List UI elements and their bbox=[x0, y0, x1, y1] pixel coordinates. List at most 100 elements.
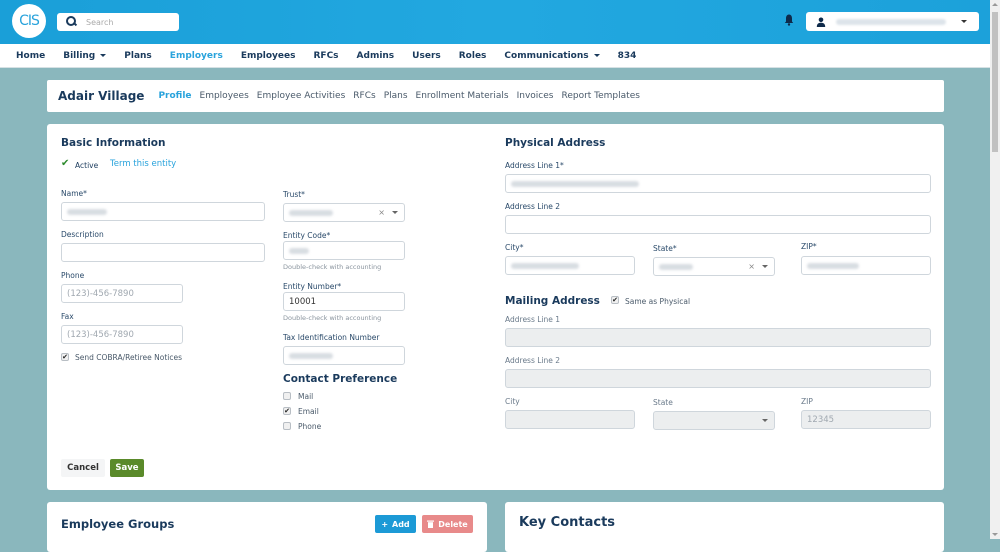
entity-number-help: Double-check with accounting bbox=[283, 314, 382, 322]
entity-title: Adair Village bbox=[58, 89, 145, 103]
add-group-button[interactable]: + Add bbox=[375, 515, 416, 533]
phone-input[interactable]: (123)-456-7890 bbox=[61, 284, 183, 303]
phys-line2-input[interactable] bbox=[505, 215, 931, 234]
phys-zip-input[interactable] bbox=[801, 256, 931, 275]
phys-line1-input[interactable] bbox=[505, 174, 931, 193]
employee-groups-title: Employee Groups bbox=[61, 517, 175, 531]
basic-info-title: Basic Information bbox=[61, 137, 166, 149]
nav-communications[interactable]: Communications bbox=[504, 50, 600, 61]
tab-profile[interactable]: Profile bbox=[158, 91, 191, 101]
phys-line1-label: Address Line 1* bbox=[505, 161, 564, 170]
description-input[interactable] bbox=[61, 243, 265, 262]
term-entity-link[interactable]: Term this entity bbox=[110, 159, 176, 169]
nav-home[interactable]: Home bbox=[16, 51, 45, 61]
tab-enrollment-materials[interactable]: Enrollment Materials bbox=[416, 91, 509, 101]
nav-billing[interactable]: Billing bbox=[63, 50, 107, 61]
fax-label: Fax bbox=[61, 312, 74, 321]
nav-rfcs[interactable]: RFCs bbox=[313, 51, 338, 61]
tab-rfcs[interactable]: RFCs bbox=[353, 91, 375, 101]
mail-zip-input[interactable]: 12345 bbox=[801, 410, 931, 429]
name-input[interactable] bbox=[61, 202, 265, 221]
scroll-thumb[interactable] bbox=[992, 12, 998, 152]
redacted-value bbox=[511, 180, 639, 187]
tax-id-label: Tax Identification Number bbox=[283, 333, 380, 342]
mail-state-select[interactable] bbox=[653, 411, 775, 430]
mail-city-label: City bbox=[505, 397, 520, 406]
phys-city-input[interactable] bbox=[505, 256, 635, 275]
mailing-address-title: Mailing Address bbox=[505, 295, 600, 307]
nav-label: Billing bbox=[63, 50, 96, 61]
employee-groups-card: Employee Groups + Add Delete bbox=[47, 502, 487, 552]
scroll-down-arrow-icon[interactable] bbox=[992, 533, 998, 536]
same-as-physical-label: Same as Physical bbox=[625, 297, 691, 306]
caret-down-icon bbox=[593, 54, 600, 57]
entity-code-input[interactable] bbox=[283, 241, 405, 260]
search-input[interactable] bbox=[84, 16, 174, 28]
tab-employees[interactable]: Employees bbox=[200, 91, 249, 101]
profile-card: Basic Information ✔ Active Term this ent… bbox=[47, 124, 944, 490]
entity-number-value: 10001 bbox=[289, 296, 317, 307]
phone-label: Phone bbox=[61, 271, 85, 280]
redacted-value bbox=[659, 263, 693, 270]
same-as-physical-checkbox[interactable]: ✔ bbox=[611, 296, 619, 304]
nav-label: Communications bbox=[504, 50, 589, 61]
search-icon bbox=[66, 16, 78, 28]
clear-icon[interactable]: × bbox=[748, 262, 755, 271]
mail-line2-input[interactable] bbox=[505, 369, 931, 388]
mail-label: Mail bbox=[298, 392, 314, 401]
tab-invoices[interactable]: Invoices bbox=[517, 91, 554, 101]
nav-admins[interactable]: Admins bbox=[357, 51, 395, 61]
bell-icon[interactable] bbox=[784, 14, 794, 26]
trust-select[interactable]: × bbox=[283, 203, 405, 222]
caret-down-icon bbox=[100, 54, 107, 57]
save-button[interactable]: Save bbox=[110, 459, 144, 477]
fax-input[interactable]: (123)-456-7890 bbox=[61, 325, 183, 344]
nav-users[interactable]: Users bbox=[412, 51, 441, 61]
email-label: Email bbox=[298, 407, 319, 416]
tax-id-input[interactable] bbox=[283, 346, 405, 365]
phys-state-select[interactable]: × bbox=[653, 257, 775, 276]
phys-zip-label: ZIP* bbox=[801, 242, 817, 251]
cobra-checkbox[interactable]: ✔ bbox=[61, 353, 69, 361]
nav-employees[interactable]: Employees bbox=[241, 51, 296, 61]
mail-line1-input[interactable] bbox=[505, 328, 931, 347]
tab-plans[interactable]: Plans bbox=[384, 91, 408, 101]
nav-employers[interactable]: Employers bbox=[170, 51, 223, 61]
add-label: Add bbox=[392, 519, 410, 529]
clear-icon[interactable]: × bbox=[378, 208, 385, 217]
user-menu[interactable] bbox=[806, 12, 979, 31]
search-box[interactable] bbox=[57, 13, 179, 31]
name-label: Name* bbox=[61, 189, 87, 198]
chevron-down-icon bbox=[762, 265, 768, 268]
mail-state-label: State bbox=[653, 398, 673, 407]
delete-group-button[interactable]: Delete bbox=[422, 515, 473, 533]
contact-preference-title: Contact Preference bbox=[283, 373, 398, 385]
nav-roles[interactable]: Roles bbox=[459, 51, 487, 61]
main-nav: Home Billing Plans Employers Employees R… bbox=[0, 44, 990, 68]
nav-834[interactable]: 834 bbox=[618, 51, 637, 61]
trash-icon bbox=[427, 520, 435, 528]
mail-line2-label: Address Line 2 bbox=[505, 356, 561, 365]
page-scrollbar[interactable] bbox=[990, 0, 1000, 539]
nav-label: Employees bbox=[240, 50, 296, 61]
entity-subnav: Adair Village Profile Employees Employee… bbox=[47, 80, 944, 112]
nav-plans[interactable]: Plans bbox=[124, 51, 152, 61]
entity-number-input[interactable]: 10001 bbox=[283, 292, 405, 311]
check-icon: ✔ bbox=[61, 158, 70, 169]
redacted-value bbox=[67, 208, 107, 215]
mail-city-input[interactable] bbox=[505, 410, 635, 429]
scroll-up-arrow-icon[interactable] bbox=[992, 3, 998, 6]
nav-label: RFCs bbox=[313, 50, 339, 61]
nav-label: 834 bbox=[617, 50, 637, 61]
cancel-button[interactable]: Cancel bbox=[61, 459, 105, 477]
tab-employee-activities[interactable]: Employee Activities bbox=[257, 91, 346, 101]
cis-logo[interactable]: CIS bbox=[12, 4, 46, 38]
email-checkbox[interactable]: ✔ bbox=[283, 407, 291, 415]
mail-checkbox[interactable] bbox=[283, 392, 291, 400]
mail-zip-label: ZIP bbox=[801, 397, 813, 406]
key-contacts-card: Key Contacts bbox=[505, 502, 944, 552]
phone-checkbox[interactable] bbox=[283, 422, 291, 430]
phys-city-label: City* bbox=[505, 243, 524, 252]
phys-line2-label: Address Line 2 bbox=[505, 202, 561, 211]
tab-report-templates[interactable]: Report Templates bbox=[561, 91, 639, 101]
